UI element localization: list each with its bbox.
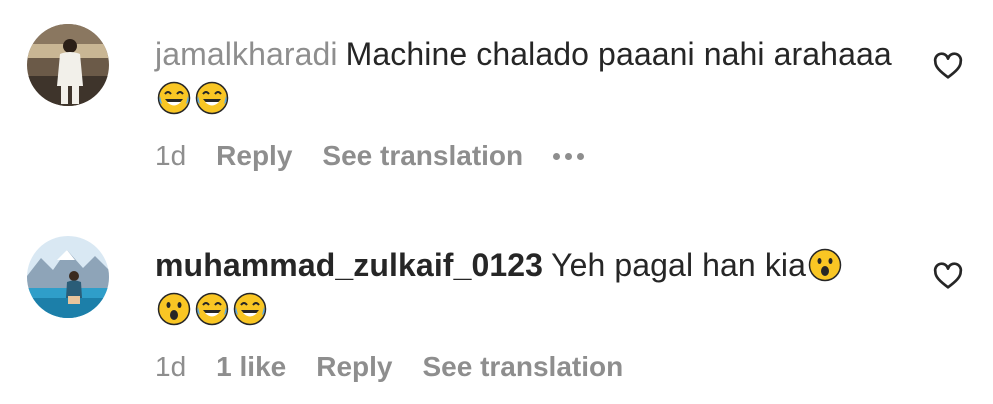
heart-outline-icon[interactable] xyxy=(932,260,964,292)
reply-button[interactable]: Reply xyxy=(216,140,292,172)
laughing-tears-emoji-icon xyxy=(157,81,191,115)
comment-text: muhammad_zulkaif_0123 Yeh pagal han kia xyxy=(155,243,895,331)
likes-count-button[interactable]: 1 like xyxy=(216,351,286,383)
comment-text: jamalkharadi Machine chalado paaani nahi … xyxy=(155,32,895,120)
comment-time: 1d xyxy=(155,140,187,171)
heart-outline-icon[interactable] xyxy=(932,50,964,82)
comment-meta: 1d 1 like Reply See translation xyxy=(155,351,653,383)
surprised-face-emoji-icon xyxy=(157,292,191,326)
comment-meta: 1d Reply See translation xyxy=(155,140,585,172)
see-translation-button[interactable]: See translation xyxy=(422,351,623,383)
surprised-face-emoji-icon xyxy=(808,248,842,282)
reply-button[interactable]: Reply xyxy=(316,351,392,383)
comment-message: Machine chalado paaani nahi arahaaa xyxy=(345,36,892,72)
see-translation-button[interactable]: See translation xyxy=(322,140,523,172)
more-options-icon[interactable] xyxy=(553,152,585,160)
avatar[interactable] xyxy=(27,236,109,318)
comment-time: 1d xyxy=(155,351,187,382)
laughing-tears-emoji-icon xyxy=(195,292,229,326)
comment-username[interactable]: muhammad_zulkaif_0123 xyxy=(155,247,543,283)
laughing-tears-emoji-icon xyxy=(195,81,229,115)
avatar[interactable] xyxy=(27,24,109,106)
comment-message: Yeh pagal han kia xyxy=(551,247,807,283)
comment-username[interactable]: jamalkharadi xyxy=(155,36,338,72)
laughing-tears-emoji-icon xyxy=(233,292,267,326)
